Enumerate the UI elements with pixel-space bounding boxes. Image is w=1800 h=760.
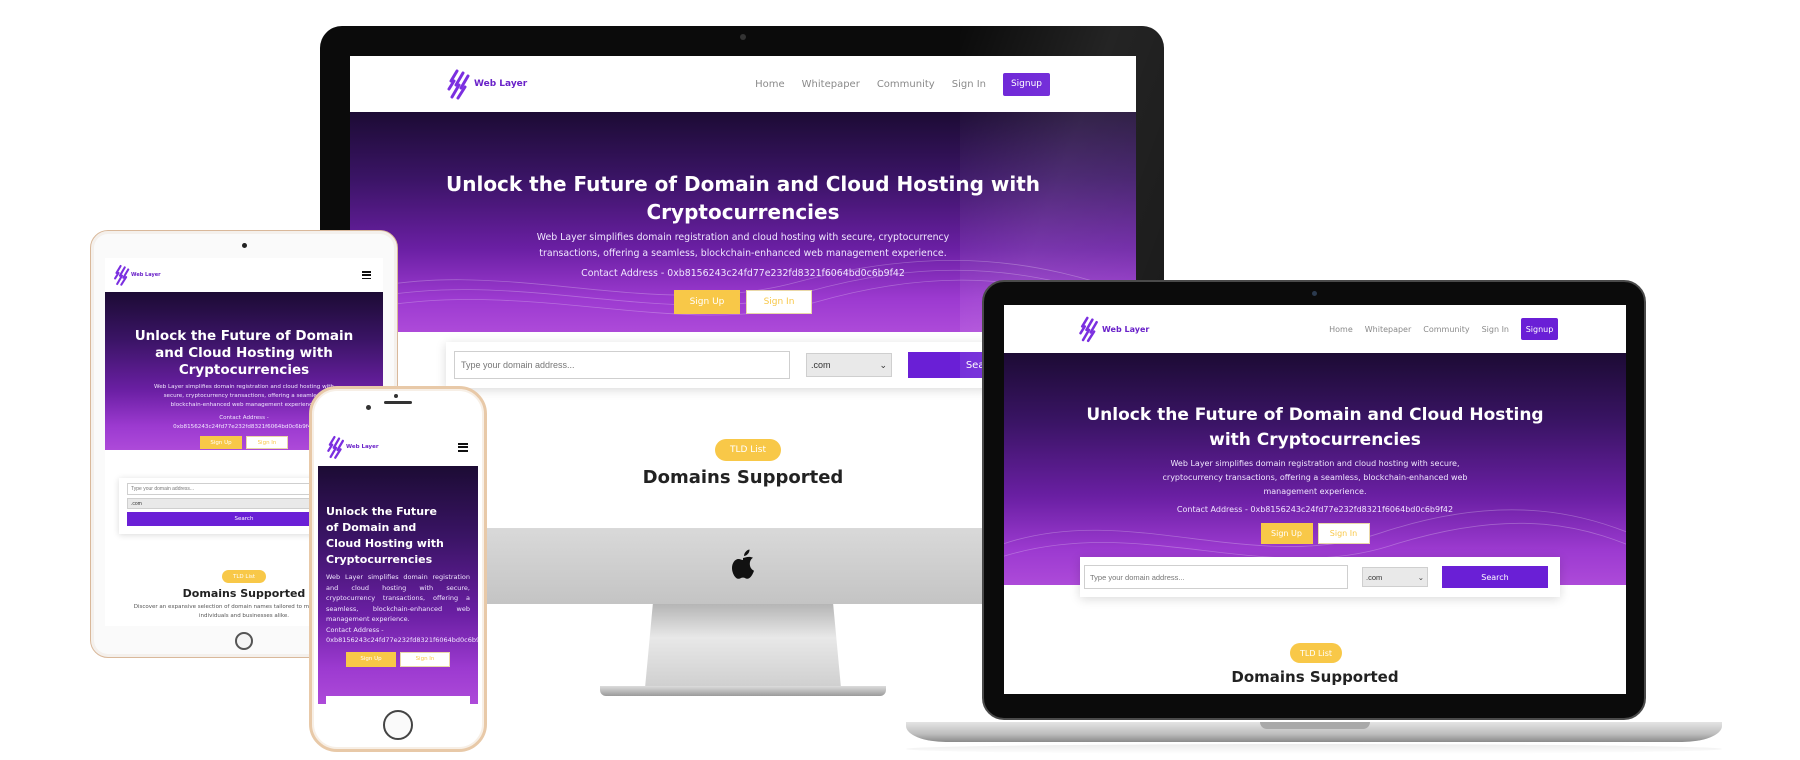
tld-list-badge[interactable]: TLD List (222, 570, 266, 583)
domain-input[interactable]: Type your domain address... (454, 351, 790, 379)
macbook-shadow (906, 744, 1722, 754)
tld-list-badge[interactable]: TLD List (1290, 643, 1342, 663)
imac-base (600, 686, 886, 696)
domain-search-bar: Type your domain address... .com ⌄ Search (1080, 557, 1560, 597)
tld-select-value: .com (1366, 572, 1383, 582)
domains-supported-title: Domains Supported (1231, 668, 1399, 686)
web-layer-logo-icon (447, 69, 470, 100)
hero-section: Unlock the Future of Domain and Cloud Ho… (1004, 353, 1626, 585)
signup-button[interactable]: Signup (1521, 318, 1558, 340)
tld-select[interactable]: .com ⌄ (806, 353, 892, 377)
navbar: Web Layer (318, 428, 478, 466)
hero-signup-button[interactable]: Sign Up (1260, 523, 1313, 544)
web-layer-logo-icon (327, 435, 345, 459)
contact-address: Contact Address - 0xb8156243c24fd77e232f… (581, 268, 905, 279)
domain-input[interactable]: Type your domain address... (1084, 565, 1348, 589)
imac-stand (645, 604, 841, 688)
web-layer-logo-icon (1079, 316, 1098, 343)
chevron-down-icon: ⌄ (879, 359, 887, 370)
ipad-camera (242, 243, 247, 248)
logo[interactable]: Web Layer (326, 434, 379, 460)
imac-camera (740, 34, 746, 40)
nav-community[interactable]: Community (877, 79, 935, 90)
hero-title: Unlock the Future of Domain and Cloud Ho… (134, 328, 354, 378)
chevron-down-icon: ⌄ (1417, 572, 1424, 582)
hero-signin-button[interactable]: Sign In (246, 436, 288, 449)
web-layer-logo-icon (114, 264, 130, 286)
nav-home[interactable]: Home (1329, 325, 1353, 334)
tld-select[interactable]: .com ⌄ (1362, 567, 1428, 587)
hero-description: Web Layer simplifies domain registration… (1162, 459, 1468, 496)
logo-text: Web Layer (131, 272, 161, 278)
nav-whitepaper[interactable]: Whitepaper (1365, 325, 1412, 334)
nav-community[interactable]: Community (1423, 325, 1469, 334)
nav-signin[interactable]: Sign In (1482, 325, 1509, 334)
hero-section: Unlock the Future of Domain and Cloud Ho… (318, 466, 478, 704)
hero-signup-button[interactable]: Sign Up (346, 651, 396, 667)
logo-text: Web Layer (474, 79, 528, 89)
iphone-screen: Web Layer Unlock the Future of Domain an… (318, 428, 478, 704)
apple-logo-icon (732, 549, 754, 579)
hamburger-menu-icon[interactable] (458, 442, 468, 452)
iphone-camera (366, 405, 371, 410)
tld-select-value: .com (131, 500, 142, 507)
iphone-sensor (394, 394, 398, 398)
hero-title: Unlock the Future of Domain and Cloud Ho… (326, 505, 444, 566)
contact-address: Contact Address - 0xb8156243c24fd77e232f… (326, 625, 478, 645)
hero-description: Web Layer simplifies domain registration… (154, 384, 334, 408)
tld-select-value: .com (811, 360, 831, 370)
logo[interactable]: Web Layer (113, 263, 161, 287)
search-card-edge (326, 696, 470, 704)
contact-address: Contact Address - 0xb8156243c24fd77e232f… (173, 415, 315, 430)
logo-text: Web Layer (1102, 324, 1150, 334)
nav-home[interactable]: Home (755, 79, 785, 90)
hero-buttons: Sign Up Sign In (1004, 523, 1626, 544)
logo[interactable]: Web Layer (446, 67, 527, 101)
hero-signin-button[interactable]: Sign In (746, 290, 812, 314)
ipad-home-button (235, 632, 253, 650)
hero-signup-button[interactable]: Sign Up (200, 436, 242, 449)
tld-list-badge[interactable]: TLD List (715, 439, 781, 461)
logo[interactable]: Web Layer (1078, 314, 1149, 344)
navbar: Web Layer Home Whitepaper Community Sign… (1004, 305, 1626, 353)
hero-description: Web Layer simplifies domain registration… (326, 573, 470, 623)
contact-address: Contact Address - 0xb8156243c24fd77e232f… (1176, 505, 1454, 514)
device-mockup-stage: Web Layer Home Whitepaper Community Sign… (0, 0, 1800, 760)
iphone-speaker (384, 401, 412, 404)
logo-text: Web Layer (346, 444, 379, 450)
hero-signin-button[interactable]: Sign In (400, 651, 450, 667)
hero-signin-button[interactable]: Sign In (1317, 523, 1370, 544)
macbook-screen: Web Layer Home Whitepaper Community Sign… (1004, 305, 1626, 694)
hero-title: Unlock the Future of Domain and Cloud Ho… (445, 172, 1040, 224)
search-button[interactable]: Search (1442, 566, 1548, 588)
hero-buttons: Sign Up Sign In (326, 651, 470, 667)
nav-whitepaper[interactable]: Whitepaper (802, 79, 860, 90)
hero-signup-button[interactable]: Sign Up (674, 290, 740, 314)
hero-description: Web Layer simplifies domain registration… (536, 232, 950, 259)
navbar: Web Layer (105, 258, 383, 292)
nav-links: Home Whitepaper Community Sign In Signup (1329, 318, 1558, 340)
hamburger-menu-icon[interactable] (362, 271, 371, 279)
iphone-home-button (383, 710, 413, 740)
macbook-camera (1312, 291, 1317, 296)
hero-title: Unlock the Future of Domain and Cloud Ho… (1086, 405, 1544, 450)
macbook-notch (1260, 722, 1370, 729)
